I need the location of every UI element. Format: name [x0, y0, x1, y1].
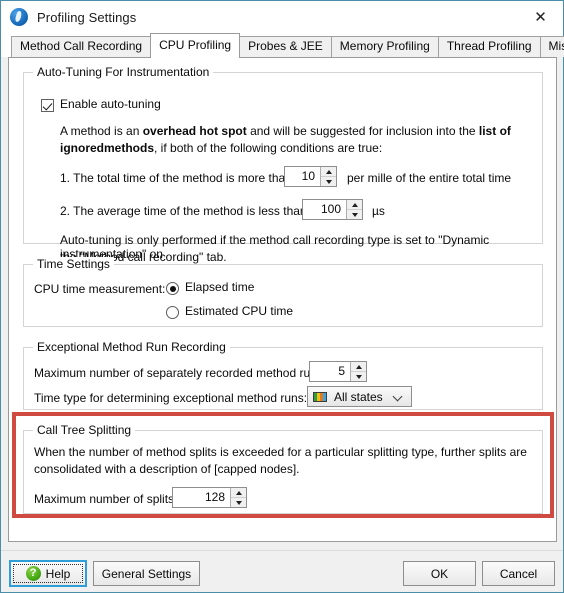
max-recorded-runs-label: Maximum number of separately recorded me… [34, 366, 327, 380]
chevron-down-icon[interactable] [394, 392, 403, 401]
focus-ring [13, 564, 83, 583]
total-time-spinner[interactable]: 10 [284, 166, 337, 187]
spinner-down-icon[interactable] [347, 210, 362, 219]
condition-1-label: 1. The total time of the method is more … [60, 171, 292, 185]
radio-estimated-cpu-time-label: Estimated CPU time [185, 304, 294, 318]
group-time-settings: Time Settings CPU time measurement: Elap… [23, 257, 543, 327]
desc-bold-methods: methods [104, 141, 155, 155]
max-recorded-runs-spinner-buttons[interactable] [350, 362, 366, 381]
ok-button[interactable]: OK [403, 561, 476, 586]
cancel-button[interactable]: Cancel [482, 561, 555, 586]
group-time-settings-legend: Time Settings [33, 257, 114, 271]
max-splits-label: Maximum number of splits: [34, 492, 178, 506]
general-settings-button[interactable]: General Settings [93, 561, 200, 586]
enable-auto-tuning-checkbox[interactable] [41, 99, 54, 112]
tab-method-call-recording[interactable]: Method Call Recording [11, 36, 152, 57]
max-splits-value[interactable]: 128 [173, 488, 230, 507]
tab-thread-profiling[interactable]: Thread Profiling [437, 36, 541, 57]
time-type-value: All states [334, 389, 383, 404]
title-bar: Profiling Settings ✕ [1, 1, 563, 33]
spinner-down-icon[interactable] [321, 177, 336, 186]
spinner-down-icon[interactable] [231, 498, 246, 507]
average-time-value[interactable]: 100 [303, 200, 346, 219]
close-icon[interactable]: ✕ [518, 1, 563, 32]
tab-cpu-profiling[interactable]: CPU Profiling [150, 33, 241, 58]
tab-miscellaneous[interactable]: Miscellaneous [539, 36, 564, 57]
group-exceptional-runs-legend: Exceptional Method Run Recording [33, 340, 230, 354]
condition-1-suffix: per mille of the entire total time [347, 171, 512, 185]
group-call-tree-splitting-legend: Call Tree Splitting [33, 423, 136, 437]
radio-elapsed-time-label: Elapsed time [185, 280, 255, 294]
time-type-dropdown[interactable]: All states [307, 386, 412, 407]
condition-2-label: 2. The average time of the method is les… [60, 204, 307, 218]
call-tree-description-line2: consolidated with a description of [capp… [34, 462, 300, 476]
max-splits-spinner[interactable]: 128 [172, 487, 247, 508]
max-recorded-runs-value[interactable]: 5 [310, 362, 350, 381]
max-recorded-runs-spinner[interactable]: 5 [309, 361, 367, 382]
profiler-app-icon [10, 8, 28, 26]
spinner-up-icon[interactable] [351, 362, 366, 372]
total-time-value[interactable]: 10 [285, 167, 320, 186]
spinner-up-icon[interactable] [347, 200, 362, 210]
group-auto-tuning-legend: Auto-Tuning For Instrumentation [33, 65, 214, 79]
desc-part-1: A method is an [60, 124, 143, 138]
desc-bold-hotspot: overhead hot spot [142, 124, 247, 138]
desc-part-2: and will be suggested for inclusion into… [246, 124, 479, 138]
call-tree-description-line1: When the number of method splits is exce… [34, 445, 527, 459]
help-button[interactable]: ? Help [10, 561, 86, 586]
average-time-spinner[interactable]: 100 [302, 199, 363, 220]
window-title: Profiling Settings [37, 9, 137, 25]
tab-memory-profiling[interactable]: Memory Profiling [330, 36, 439, 57]
total-time-spinner-buttons[interactable] [320, 167, 336, 186]
general-settings-button-label: General Settings [101, 566, 192, 581]
time-type-label: Time type for determining exceptional me… [34, 391, 308, 405]
desc-part-3: , if both of the following conditions ar… [154, 141, 383, 155]
cpu-time-measurement-label: CPU time measurement: [34, 282, 166, 296]
enable-auto-tuning-label: Enable auto-tuning [60, 97, 161, 111]
auto-tuning-description: A method is an overhead hot spot and wil… [60, 123, 530, 157]
dialog-footer: ? Help General Settings OK Cancel [1, 551, 563, 592]
cpu-profiling-panel: Auto-Tuning For Instrumentation Enable a… [8, 57, 557, 542]
spinner-down-icon[interactable] [351, 372, 366, 381]
ok-button-label: OK [430, 566, 449, 581]
group-call-tree-splitting: Call Tree Splitting When the number of m… [23, 423, 543, 514]
radio-estimated-cpu-time[interactable] [166, 306, 179, 319]
spinner-up-icon[interactable] [231, 488, 246, 498]
tab-probes-jee[interactable]: Probes & JEE [239, 36, 332, 57]
max-splits-spinner-buttons[interactable] [230, 488, 246, 507]
average-time-spinner-buttons[interactable] [346, 200, 362, 219]
group-auto-tuning: Auto-Tuning For Instrumentation Enable a… [23, 65, 543, 264]
condition-2-suffix: µs [372, 204, 385, 218]
thread-states-icon [313, 391, 327, 402]
group-exceptional-runs: Exceptional Method Run Recording Maximum… [23, 340, 543, 410]
cancel-button-label: Cancel [499, 566, 538, 581]
profiling-settings-window: Profiling Settings ✕ Method Call Recordi… [0, 0, 564, 593]
tab-strip: Method Call Recording CPU Profiling Prob… [1, 33, 564, 58]
radio-elapsed-time[interactable] [166, 282, 179, 295]
spinner-up-icon[interactable] [321, 167, 336, 177]
